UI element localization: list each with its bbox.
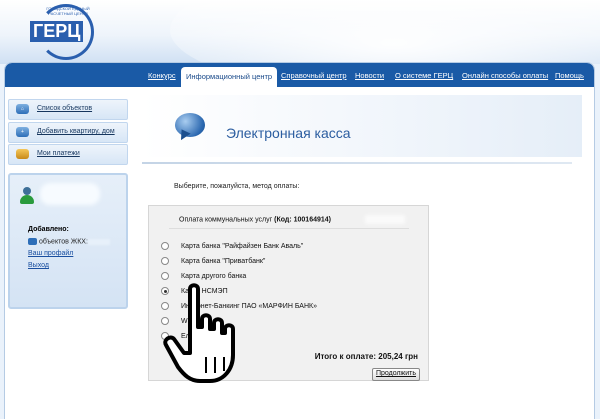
panel-header-code: (Код: 100164914) [274,216,331,224]
nav-help-center[interactable]: Справочный центр [281,71,347,80]
radio-button[interactable] [161,257,169,265]
content-frame: Конкурс Информационный центр Справочный … [5,63,594,419]
sidebar-item-add-home[interactable]: + Добавить квартиру, дом [8,122,128,143]
sidebar-item-label: Мои платежи [37,150,80,157]
header-decoration [170,0,600,64]
payment-option-other-bank[interactable]: Карта другого банка [161,272,246,280]
total-label: Итого к оплате: [314,352,377,361]
nav-about[interactable]: О системе ГЕРЦ [395,71,453,80]
option-label: Карта банка "Приватбанк" [181,257,266,265]
nav-help[interactable]: Помощь [555,71,584,80]
option-label: Карта другого банка [181,272,247,280]
nav-news[interactable]: Новости [355,71,384,80]
nav-online-payment[interactable]: Онлайн способы оплаты [462,71,548,80]
add-house-icon: + [16,127,29,137]
payment-option-privatbank[interactable]: Карта банка "Приватбанк" [161,257,265,265]
user-profile-box: Добавлено: объектов ЖКХ: Ваш профайл Вых… [8,173,128,309]
total-amount: Итого к оплате: 205,24 грн [315,352,418,361]
payment-method-prompt: Выберите, пожалуйста, метод оплаты: [174,183,300,190]
logo-subtitle: ГОРОДСКОЙ ЕДИНЫЙ РАСЧЕТНЫЙ ЦЕНТР [46,6,90,16]
added-label: Добавлено: [28,226,69,233]
page-header: ГОРОДСКОЙ ЕДИНЫЙ РАСЧЕТНЫЙ ЦЕНТР ГЕРЦ [0,0,600,64]
redacted-username [40,183,100,205]
redacted-info [364,215,405,224]
hand-pointer-cursor-icon [163,283,235,383]
sidebar-item-label: Добавить квартиру, дом [37,128,115,135]
logout-link[interactable]: Выход [28,262,49,269]
gerc-logo[interactable]: ГОРОДСКОЙ ЕДИНЫЙ РАСЧЕТНЫЙ ЦЕНТР ГЕРЦ [30,4,100,60]
nav-info-center[interactable]: Информационный центр [181,67,278,87]
house-icon: ⌂ [16,104,29,114]
continue-button[interactable]: Продолжить [371,368,420,381]
radio-button[interactable] [161,272,169,280]
panel-separator [169,228,409,229]
objects-count: объектов ЖКХ: [28,238,110,245]
sidebar-item-objects[interactable]: ⌂ Список объектов [8,99,128,120]
top-nav: Конкурс Информационный центр Справочный … [5,63,594,87]
radio-button[interactable] [161,242,169,250]
total-value: 205,24 грн [378,352,418,361]
sidebar: ⌂ Список объектов + Добавить квартиру, д… [5,95,129,419]
page-title: Электронная касса [226,125,351,141]
panel-header-label: Оплата коммунальных услуг [179,216,273,224]
logo-text: ГЕРЦ [30,21,84,42]
profile-link[interactable]: Ваш профайл [28,250,73,257]
panel-header: Оплата коммунальных услуг (Код: 10016491… [179,215,405,224]
payment-option-raiffeisen[interactable]: Карта банка "Райфайзен Банк Аваль" [161,242,303,250]
title-divider [142,162,572,164]
sidebar-item-label: Список объектов [37,105,93,112]
house-icon [28,238,37,245]
speech-bubble-icon [175,113,211,149]
user-avatar-icon [20,187,34,205]
objects-label: объектов ЖКХ: [39,238,88,246]
option-label: Карта банка "Райфайзен Банк Аваль" [181,242,304,250]
nav-contest[interactable]: Конкурс [148,71,176,80]
sidebar-item-my-payments[interactable]: Мои платежи [8,144,128,165]
coins-icon [16,149,29,159]
title-band: Электронная касса [142,95,582,164]
nav-underbar [5,87,594,95]
